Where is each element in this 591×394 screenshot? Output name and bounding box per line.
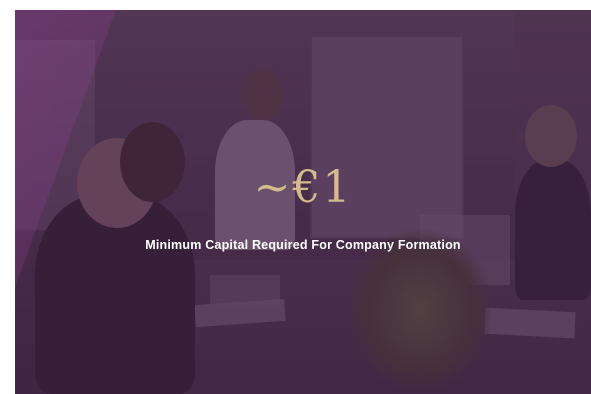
hero-banner: ~€1 Minimum Capital Required For Company…	[15, 10, 591, 394]
hero-subline: Minimum Capital Required For Company For…	[145, 238, 461, 252]
hero-headline: ~€1	[253, 162, 353, 213]
